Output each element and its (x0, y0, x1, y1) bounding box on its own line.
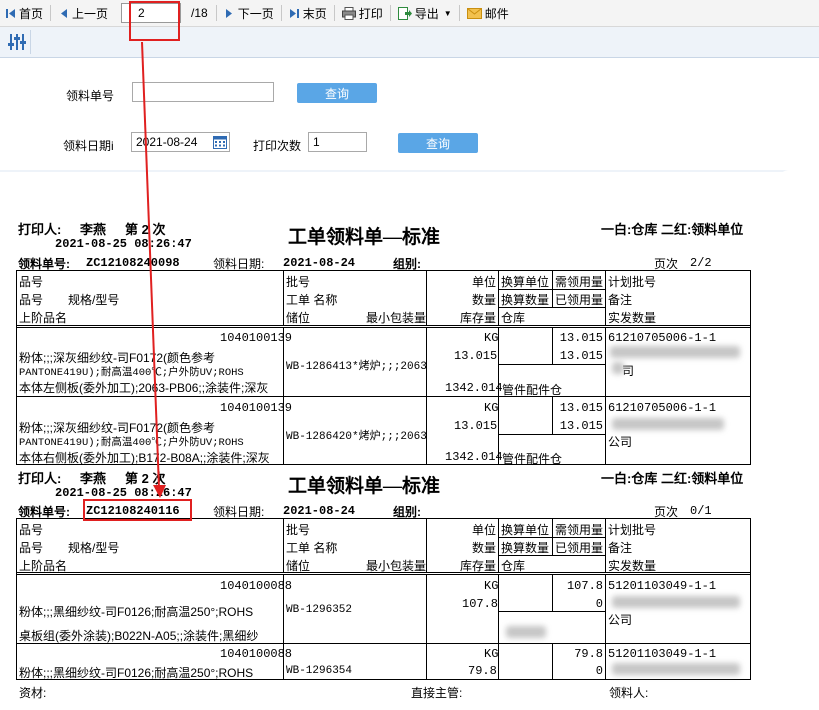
annotation-arrow (141, 41, 166, 498)
